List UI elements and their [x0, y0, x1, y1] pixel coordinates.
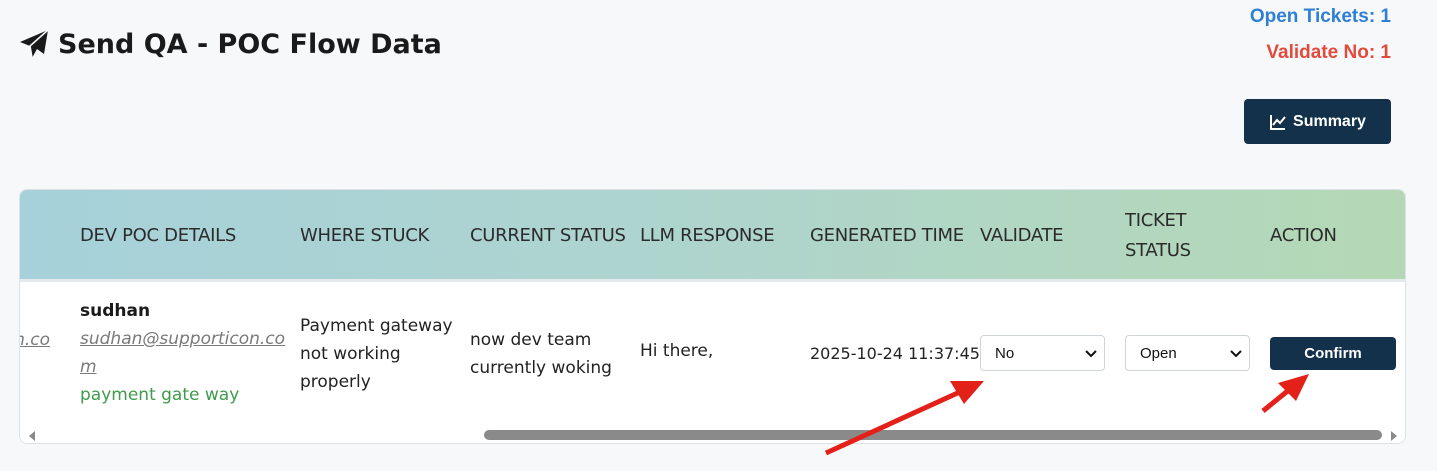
llm-response-cell: Hi there, [640, 341, 714, 361]
scrollbar-thumb[interactable] [484, 430, 1382, 440]
page-title: Send QA - POC Flow Data [18, 28, 442, 60]
where-stuck-line2: not working [300, 344, 401, 364]
column-header-ticket-status-line1: TICKET [1125, 210, 1187, 231]
paper-plane-icon [18, 28, 50, 60]
summary-button[interactable]: Summary [1244, 99, 1391, 144]
ticket-status-select-value: Open [1140, 344, 1177, 362]
column-header-dev-poc: DEV POC DETAILS [80, 225, 236, 246]
column-header-where-stuck: WHERE STUCK [300, 225, 429, 246]
validate-select[interactable]: No [980, 335, 1105, 371]
scroll-left-arrow-icon[interactable] [26, 429, 38, 441]
poc-issue: payment gate way [80, 385, 240, 405]
column-header-action: ACTION [1270, 225, 1337, 246]
where-stuck-cell: Payment gateway not working properly [300, 312, 453, 396]
where-stuck-line3: properly [300, 372, 371, 392]
column-header-generated-time: GENERATED TIME [810, 225, 964, 246]
column-header-ticket-status: TICKET STATUS [1125, 206, 1191, 266]
horizontal-scrollbar[interactable] [20, 424, 1405, 443]
table-header: DEV POC DETAILS WHERE STUCK CURRENT STAT… [20, 190, 1405, 282]
poc-email-link[interactable]: sudhan@supporticon.co m [80, 325, 286, 381]
column-header-validate: VALIDATE [980, 225, 1064, 246]
open-tickets-count: Open Tickets: 1 [1249, 6, 1391, 27]
column-header-ticket-status-line2: STATUS [1125, 240, 1191, 261]
poc-email-line1: sudhan@supporticon.co [80, 329, 286, 349]
validate-no-count: Validate No: 1 [1266, 42, 1391, 63]
where-stuck-line1: Payment gateway [300, 316, 453, 336]
current-status-cell: now dev team currently woking [470, 326, 612, 382]
scroll-right-arrow-icon[interactable] [1388, 429, 1400, 441]
chevron-down-icon [1229, 346, 1243, 360]
column-header-current-status: CURRENT STATUS [470, 225, 626, 246]
current-status-line1: now dev team [470, 330, 592, 350]
summary-button-label: Summary [1293, 112, 1366, 130]
poc-name: sudhan [80, 301, 151, 321]
page-title-text: Send QA - POC Flow Data [58, 28, 442, 60]
clipped-email-link[interactable]: n.co [20, 330, 50, 350]
generated-time-cell: 2025-10-24 11:37:45 [810, 344, 980, 363]
current-status-line2: currently woking [470, 358, 612, 378]
dev-poc-details: sudhan sudhan@supporticon.co m payment g… [80, 297, 286, 409]
poc-email-line2: m [80, 357, 97, 377]
poc-flow-table: DEV POC DETAILS WHERE STUCK CURRENT STAT… [19, 189, 1406, 444]
chevron-down-icon [1084, 346, 1098, 360]
ticket-status-select[interactable]: Open [1125, 335, 1250, 371]
validate-select-value: No [995, 344, 1015, 362]
column-header-llm-response: LLM RESPONSE [640, 225, 775, 246]
line-chart-icon [1269, 113, 1287, 131]
confirm-button[interactable]: Confirm [1270, 337, 1396, 370]
